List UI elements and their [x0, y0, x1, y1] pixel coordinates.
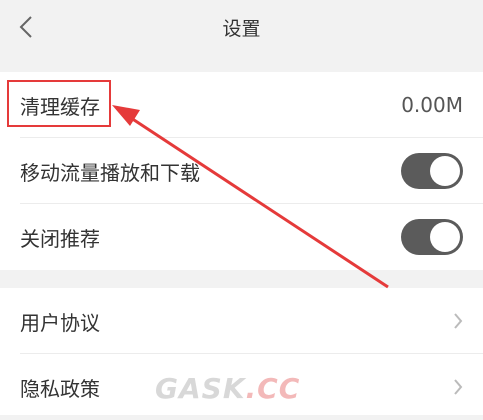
- watermark: GASK.CC: [155, 372, 301, 405]
- annotation-arrow: [112, 105, 389, 289]
